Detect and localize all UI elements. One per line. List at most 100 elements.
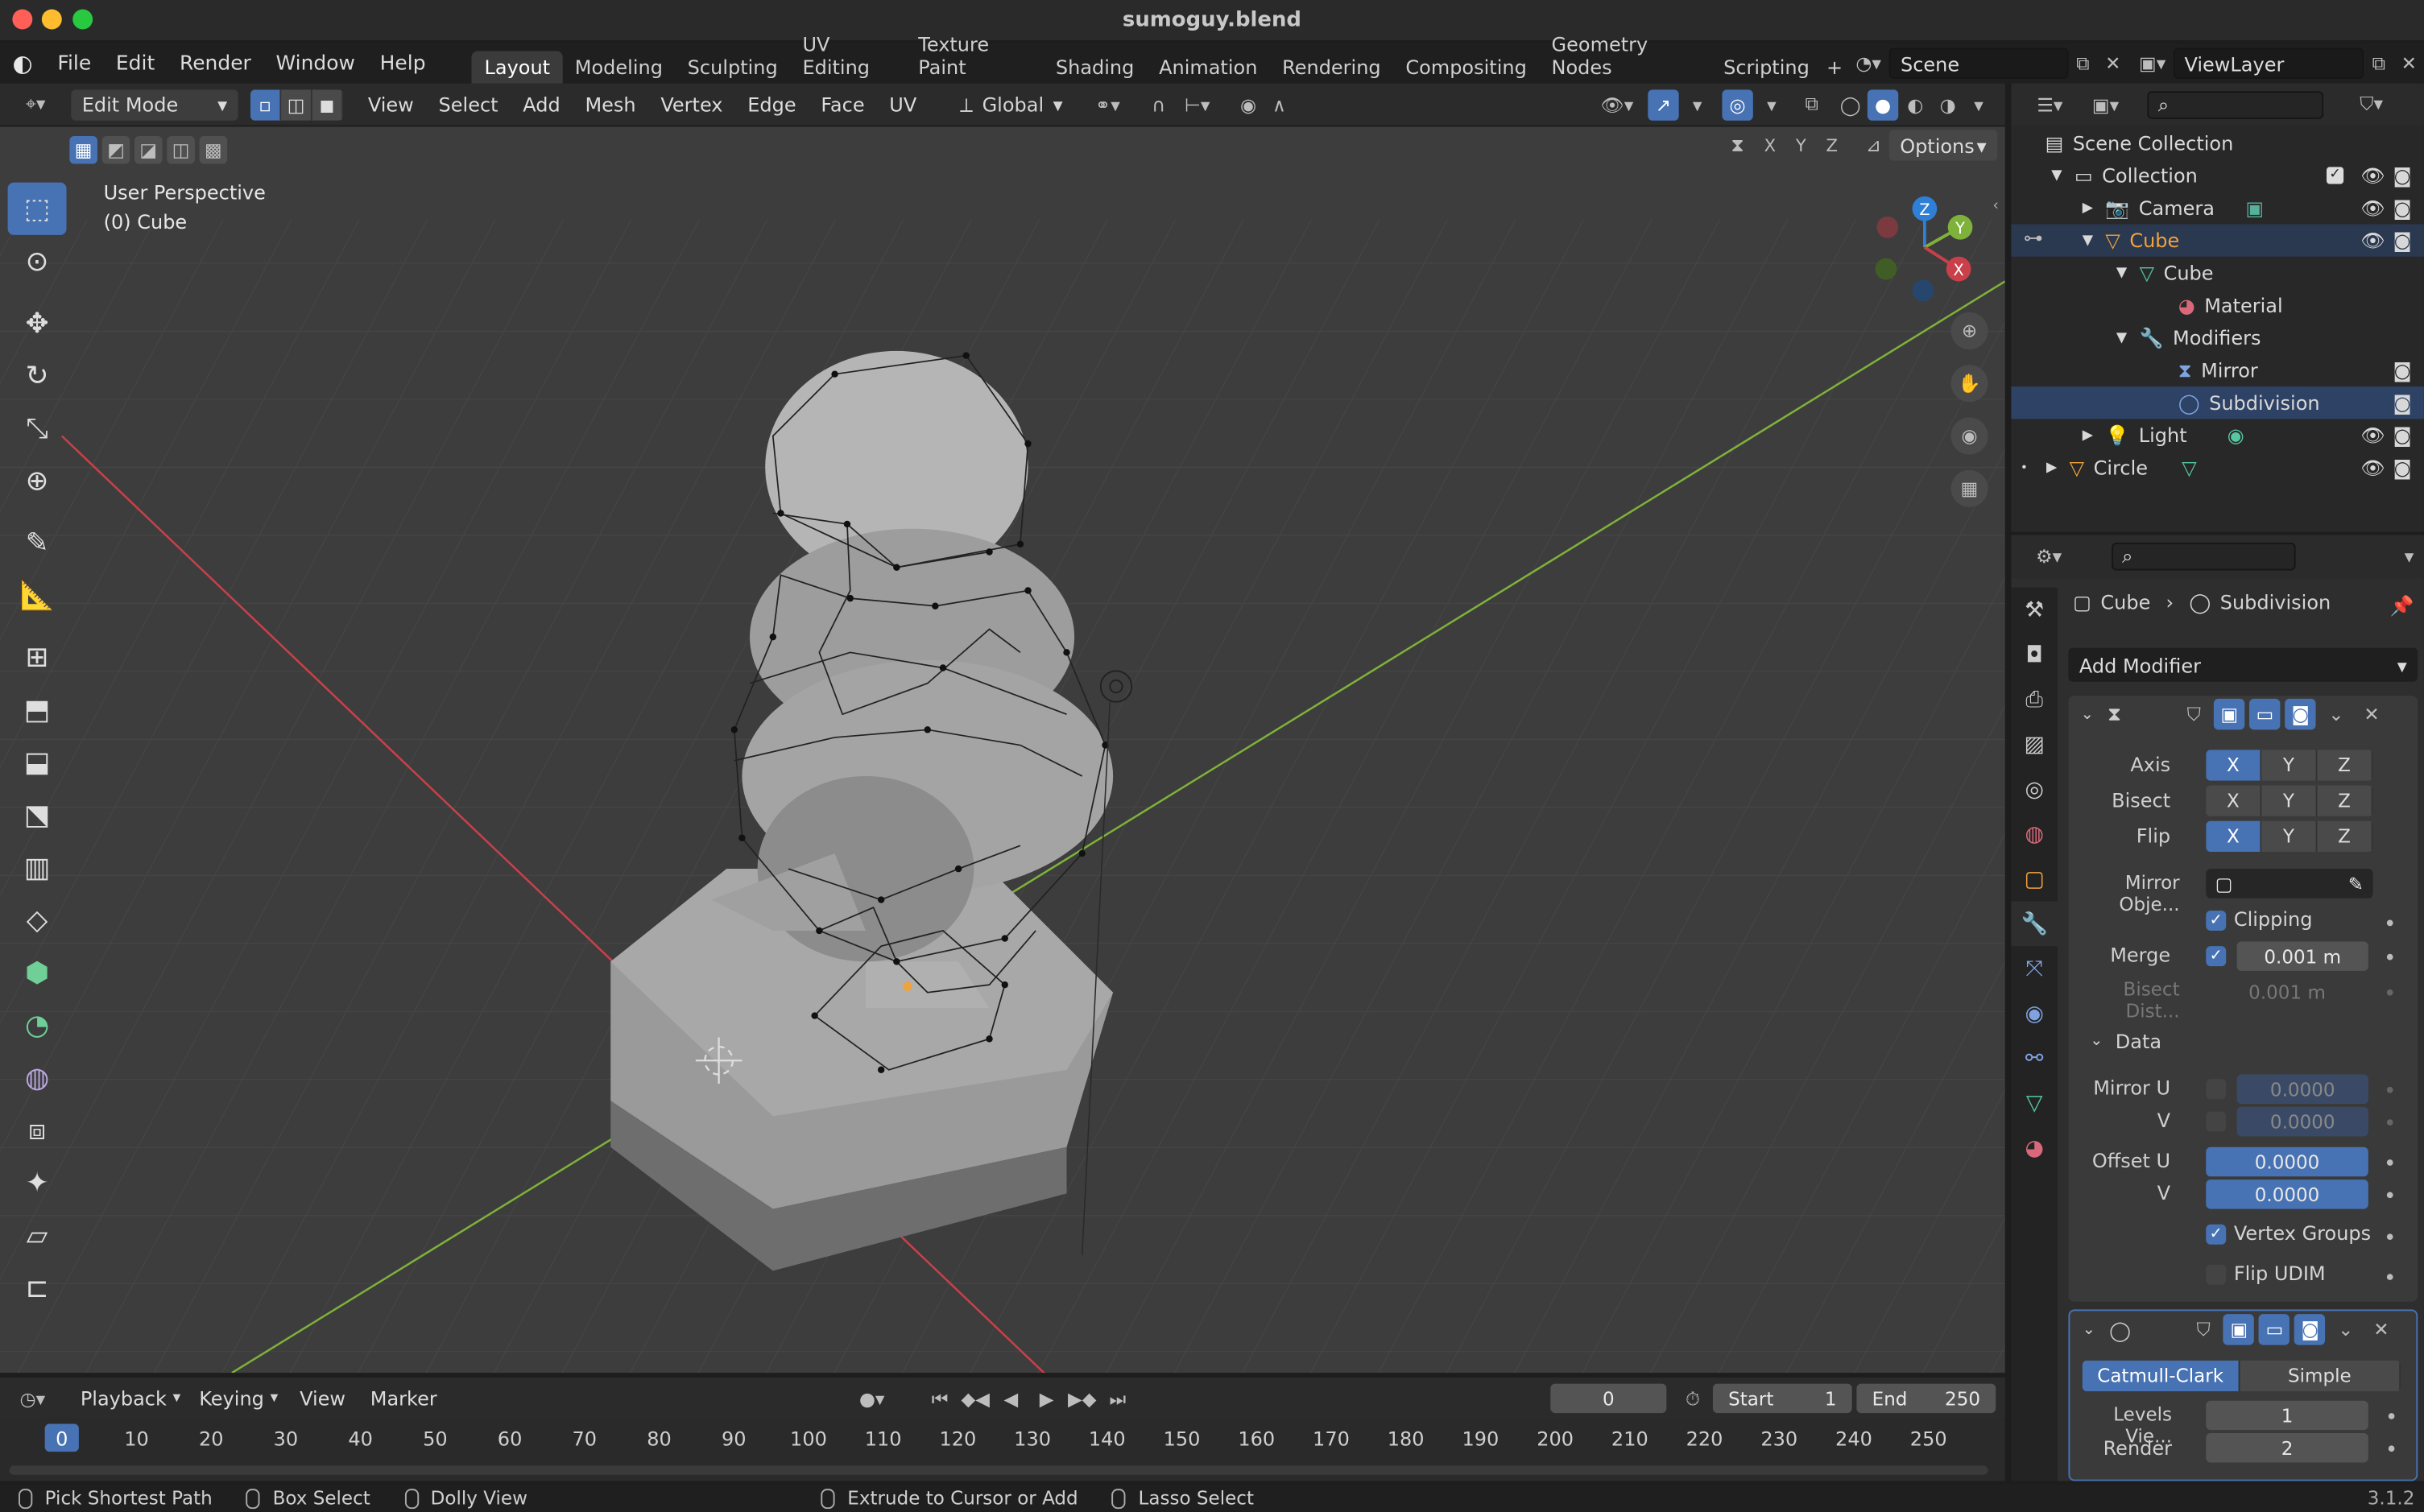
view-layer-icon[interactable]: ▣▾: [2137, 48, 2167, 79]
navigation-gizmo[interactable]: Z Y X: [1855, 188, 1995, 312]
material-tab-icon[interactable]: ◕: [2011, 1126, 2058, 1171]
menu-uv[interactable]: UV: [877, 93, 929, 116]
outliner-row-scene-collection[interactable]: ▤ Scene Collection: [2011, 126, 2424, 159]
jump-start-icon[interactable]: ⏮: [925, 1384, 955, 1415]
camera-render-icon[interactable]: ◙: [2393, 358, 2412, 382]
eyedropper-icon[interactable]: ✎: [2348, 873, 2364, 894]
offset-u-field[interactable]: 0.0000: [2206, 1146, 2368, 1177]
close-icon[interactable]: ✕: [2366, 1314, 2397, 1345]
falloff-icon[interactable]: ∧: [1264, 89, 1294, 119]
menu-view[interactable]: View: [356, 93, 427, 116]
tab-texture-paint[interactable]: Texture Paint: [906, 28, 1044, 84]
timeline-scrollbar[interactable]: [9, 1465, 1988, 1475]
pan-hand-icon[interactable]: ✋: [1950, 365, 1988, 403]
edit-cage-icon[interactable]: ⛉: [2188, 1314, 2219, 1345]
outliner-row-circle[interactable]: • ▶ ▽ Circle ▽ 👁 ◙: [2011, 452, 2424, 484]
tab-sculpting[interactable]: Sculpting: [675, 51, 790, 83]
merge-checkbox[interactable]: ✓: [2206, 946, 2227, 967]
outliner-row-material[interactable]: ◕ Material: [2011, 289, 2424, 321]
particles-tab-icon[interactable]: ⤧: [2011, 946, 2058, 991]
camera-render-icon[interactable]: ◙: [2393, 391, 2412, 415]
outliner-row-cube[interactable]: ▼ ▽ Cube 👁 ◙: [2011, 224, 2424, 257]
menu-edge[interactable]: Edge: [735, 93, 809, 116]
menu-mesh[interactable]: Mesh: [573, 93, 648, 116]
keyframe-dot[interactable]: [2386, 1159, 2393, 1166]
start-frame-field[interactable]: Start 1: [1712, 1383, 1852, 1414]
bisect-y-toggle[interactable]: Y: [2261, 785, 2318, 816]
simple-toggle[interactable]: Simple: [2240, 1360, 2401, 1392]
inset-tool-icon[interactable]: ⬓: [8, 736, 67, 788]
tab-rendering[interactable]: Rendering: [1270, 51, 1393, 83]
data-tab-icon[interactable]: ▽: [2011, 1080, 2058, 1126]
render-tab-icon[interactable]: ◘: [2011, 632, 2058, 677]
keyframe-dot[interactable]: [2386, 1233, 2393, 1241]
chevron-down-icon[interactable]: ▾: [1682, 89, 1713, 119]
delete-view-layer-icon[interactable]: ✕: [2394, 48, 2424, 79]
mirror-z-toggle[interactable]: Z: [1819, 131, 1844, 159]
outliner-editor-type-icon[interactable]: ☰▾: [2027, 89, 2074, 119]
menu-file[interactable]: File: [45, 52, 103, 75]
keyframe-dot[interactable]: [2386, 1086, 2393, 1093]
realtime-icon[interactable]: ▭: [2249, 698, 2281, 730]
record-icon[interactable]: ●▾: [849, 1383, 896, 1414]
output-tab-icon[interactable]: ⎙: [2011, 677, 2058, 722]
mirror-v-field[interactable]: 0.0000: [2236, 1106, 2368, 1137]
select-intersect-icon[interactable]: ▩: [199, 135, 228, 164]
menu-render[interactable]: Render: [168, 52, 264, 75]
material-shading-icon[interactable]: ◐: [1900, 89, 1930, 119]
filter-icon[interactable]: ⛉▾: [2352, 89, 2392, 119]
keyframe-dot[interactable]: [2386, 1192, 2393, 1199]
offset-v-field[interactable]: 0.0000: [2206, 1179, 2368, 1209]
menu-add[interactable]: Add: [511, 93, 573, 116]
outliner-row-mirror[interactable]: ⧗ Mirror ◙: [2011, 354, 2424, 386]
flip-udim-checkbox[interactable]: [2206, 1264, 2227, 1285]
eye-icon[interactable]: 👁: [2360, 228, 2385, 253]
poly-build-tool-icon[interactable]: ⬢: [8, 946, 67, 998]
current-frame-field[interactable]: 0: [1550, 1383, 1667, 1414]
proportional-editing-icon[interactable]: ◉: [1233, 89, 1264, 119]
axis-x-toggle[interactable]: X: [2206, 750, 2262, 781]
outliner-row-cube-mesh[interactable]: ▼ ▽ Cube: [2011, 257, 2424, 289]
levels-viewport-field[interactable]: 1: [2206, 1400, 2368, 1431]
edit-mode-icon[interactable]: ▣: [2223, 1314, 2255, 1345]
shrink-fatten-tool-icon[interactable]: ✦: [8, 1156, 67, 1208]
mirror-object-field[interactable]: ▢ ✎: [2206, 869, 2373, 899]
jump-end-icon[interactable]: ⏭: [1102, 1384, 1133, 1415]
eye-icon[interactable]: 👁: [2360, 423, 2385, 448]
edit-mode-icon[interactable]: ▣: [2214, 698, 2245, 730]
eye-icon[interactable]: 👁: [2360, 196, 2385, 221]
tool-tab-icon[interactable]: ⚒: [2011, 588, 2058, 633]
chevron-down-icon[interactable]: ⌄: [2331, 1314, 2361, 1345]
sidebar-toggle-icon[interactable]: ‹: [1992, 198, 1999, 215]
outliner-row-modifiers[interactable]: ▼ 🔧 Modifiers: [2011, 321, 2424, 353]
delete-scene-icon[interactable]: ✕: [2098, 48, 2128, 79]
gizmo-toggle-icon[interactable]: ↗: [1648, 89, 1679, 120]
keyframe-dot[interactable]: [2386, 1274, 2393, 1280]
add-cube-tool-icon[interactable]: ⊞: [8, 630, 67, 683]
shear-tool-icon[interactable]: ▱: [8, 1209, 67, 1262]
flip-x-toggle[interactable]: X: [2206, 820, 2262, 853]
edge-slide-tool-icon[interactable]: ⧈: [8, 1104, 67, 1156]
camera-render-icon[interactable]: ◙: [2393, 456, 2412, 479]
expand-arrow-icon[interactable]: ▶: [2083, 428, 2093, 443]
snap-target-icon[interactable]: ⊢▾: [1174, 89, 1221, 119]
cursor-tool-icon[interactable]: ⊙: [8, 235, 67, 287]
tab-scripting[interactable]: Scripting: [1711, 51, 1822, 83]
mirror-y-toggle[interactable]: Y: [1789, 131, 1814, 159]
bisect-z-toggle[interactable]: Z: [2317, 785, 2373, 816]
blender-logo-icon[interactable]: ◐: [0, 49, 45, 77]
wireframe-shading-icon[interactable]: ◯: [1835, 89, 1866, 119]
camera-render-icon[interactable]: ◙: [2393, 229, 2412, 252]
timeline-ruler[interactable]: 0 10 20 30 40 50 60 70 80 90 100 110 120 130 140 150 160…: [0, 1419, 2005, 1481]
axis-y-toggle[interactable]: Y: [2261, 750, 2318, 781]
keyframe-dot[interactable]: [2388, 1413, 2395, 1419]
chevron-down-icon[interactable]: ⌄: [2321, 699, 2352, 729]
menu-playback[interactable]: Playback: [68, 1386, 179, 1410]
clipping-checkbox[interactable]: ✓: [2206, 910, 2227, 931]
catmull-clark-toggle[interactable]: Catmull-Clark: [2082, 1360, 2240, 1392]
expand-arrow-icon[interactable]: ▼: [2116, 330, 2127, 345]
view-layer-field[interactable]: ViewLayer: [2174, 48, 2364, 79]
3d-viewport[interactable]: ▦ ◩ ◪ ◫ ▩ User Perspective (0) Cube ⧗ X …: [0, 126, 2005, 1374]
scene-tab-icon[interactable]: ◎: [2011, 766, 2058, 812]
menu-select[interactable]: Select: [426, 93, 511, 116]
